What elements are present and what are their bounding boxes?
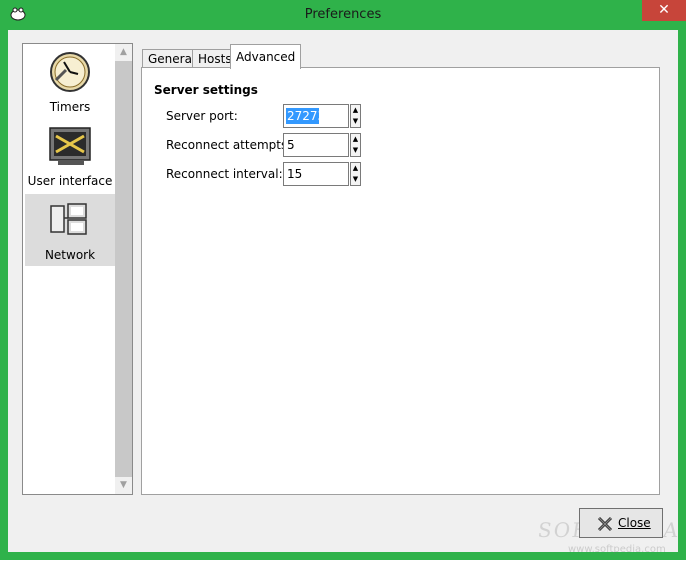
sidebar-item-timers[interactable]: Timers [25, 46, 115, 118]
title-bar[interactable]: Preferences ✕ [0, 0, 686, 30]
network-computers-icon [50, 203, 87, 235]
monitor-icon [49, 127, 91, 165]
close-button-label: Close [618, 516, 651, 530]
server-port-field[interactable] [283, 104, 349, 128]
watermark-url: www.softpedia.com [568, 544, 666, 555]
reconnect-interval-field[interactable] [283, 162, 349, 186]
section-title: Server settings [154, 83, 258, 97]
reconnect-attempts-field[interactable] [283, 133, 349, 157]
window-title: Preferences [304, 7, 382, 22]
spin-down-icon[interactable]: ▼ [351, 116, 360, 127]
spin-up-icon[interactable]: ▲ [351, 134, 360, 145]
advanced-panel: Server settings Server port: ▲ ▼ Reconne… [141, 67, 660, 495]
server-port-label: Server port: [166, 109, 238, 123]
window-close-button[interactable]: ✕ [642, 0, 686, 21]
close-button[interactable]: Close [579, 508, 663, 538]
spin-down-icon[interactable]: ▼ [351, 145, 360, 156]
scroll-up-icon[interactable]: ▲ [115, 44, 132, 61]
spinner-buttons: ▲ ▼ [350, 104, 361, 128]
spinner-buttons: ▲ ▼ [350, 133, 361, 157]
spin-up-icon[interactable]: ▲ [351, 163, 360, 174]
spinner-buttons: ▲ ▼ [350, 162, 361, 186]
server-port-spinner: ▲ ▼ [283, 104, 361, 128]
sidebar-scrollbar[interactable]: ▲ ▼ [115, 44, 132, 494]
spin-down-icon[interactable]: ▼ [351, 174, 360, 185]
reconnect-attempts-spinner: ▲ ▼ [283, 133, 361, 157]
tab-advanced[interactable]: Advanced [230, 44, 302, 69]
reconnect-attempts-label: Reconnect attempts: [166, 138, 292, 152]
sidebar-item-network[interactable]: Network [25, 194, 115, 266]
clock-icon [50, 52, 90, 92]
scroll-down-icon[interactable]: ▼ [115, 477, 132, 494]
close-icon [597, 516, 613, 532]
spin-up-icon[interactable]: ▲ [351, 105, 360, 116]
sidebar-item-label: User interface [27, 174, 113, 188]
reconnect-interval-label: Reconnect interval: [166, 167, 283, 181]
preferences-window: Preferences ✕ Timers User interface Netw… [0, 0, 686, 560]
reconnect-interval-spinner: ▲ ▼ [283, 162, 361, 186]
category-sidebar: Timers User interface Network ▲ ▼ [22, 43, 133, 495]
sidebar-item-label: Network [44, 248, 96, 262]
sidebar-item-user-interface[interactable]: User interface [25, 120, 115, 192]
sidebar-item-label: Timers [49, 100, 91, 114]
client-area: Timers User interface Network ▲ ▼ Genera… [8, 30, 681, 555]
